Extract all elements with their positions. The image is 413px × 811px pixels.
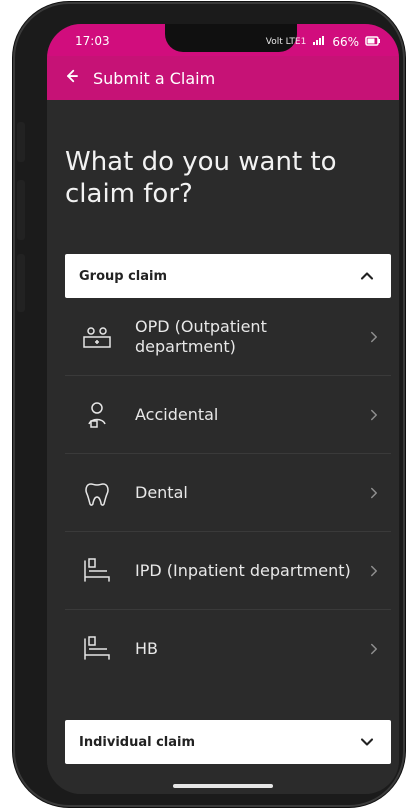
- hospital-bed-icon: [77, 551, 117, 591]
- status-bar: 17:03 Volt LTE1 66%: [47, 24, 399, 56]
- app-bar: Submit a Claim: [47, 56, 399, 100]
- chevron-right-icon: [365, 640, 383, 658]
- individual-claim-accordion-header[interactable]: Individual claim: [65, 720, 391, 764]
- signal-icon: [312, 34, 326, 49]
- status-icons: Volt LTE1 66%: [266, 34, 381, 49]
- arrow-left-icon: [62, 67, 80, 89]
- chevron-right-icon: [365, 562, 383, 580]
- list-item[interactable]: Dental: [65, 454, 391, 532]
- group-claim-list: OPD (Outpatient department) Accidental D…: [65, 298, 391, 687]
- item-label: OPD (Outpatient department): [135, 316, 267, 356]
- back-button[interactable]: [59, 66, 83, 90]
- network-label: Volt LTE1: [265, 36, 307, 47]
- chevron-right-icon: [365, 406, 383, 424]
- side-button: [17, 254, 25, 312]
- individual-claim-title: Individual claim: [79, 734, 196, 750]
- item-label: Dental: [135, 482, 188, 502]
- battery-text: 66%: [332, 34, 359, 49]
- group-claim-title: Group claim: [79, 268, 168, 284]
- phone-frame: 17:03 Volt LTE1 66% Submit a Claim What …: [13, 2, 405, 807]
- list-item[interactable]: IPD (Inpatient department): [65, 532, 391, 610]
- chevron-right-icon: [365, 484, 383, 502]
- chevron-right-icon: [365, 328, 383, 346]
- list-item[interactable]: OPD (Outpatient department): [65, 298, 391, 376]
- group-claim-accordion-header[interactable]: Group claim: [65, 254, 391, 298]
- page-heading: What do you want to claim for?: [65, 147, 337, 209]
- battery-icon: [365, 35, 381, 49]
- item-label: HB: [135, 638, 159, 658]
- side-button: [17, 180, 25, 240]
- list-item[interactable]: Accidental: [65, 376, 391, 454]
- tooth-icon: [77, 473, 117, 513]
- item-label: IPD (Inpatient department): [135, 560, 351, 580]
- outpatient-icon: [77, 317, 117, 357]
- status-time: 17:03: [75, 34, 110, 48]
- home-indicator: [173, 784, 273, 788]
- hospital-bed-icon: [77, 629, 117, 669]
- screen: 17:03 Volt LTE1 66% Submit a Claim What …: [47, 24, 399, 794]
- item-label: Accidental: [135, 404, 219, 424]
- side-button: [17, 122, 25, 162]
- page-title: Submit a Claim: [93, 68, 216, 88]
- content: What do you want to claim for? Group cla…: [47, 100, 399, 794]
- chevron-down-icon: [357, 732, 377, 752]
- doctor-icon: [77, 395, 117, 435]
- list-item[interactable]: HB: [65, 610, 391, 687]
- chevron-up-icon: [357, 266, 377, 286]
